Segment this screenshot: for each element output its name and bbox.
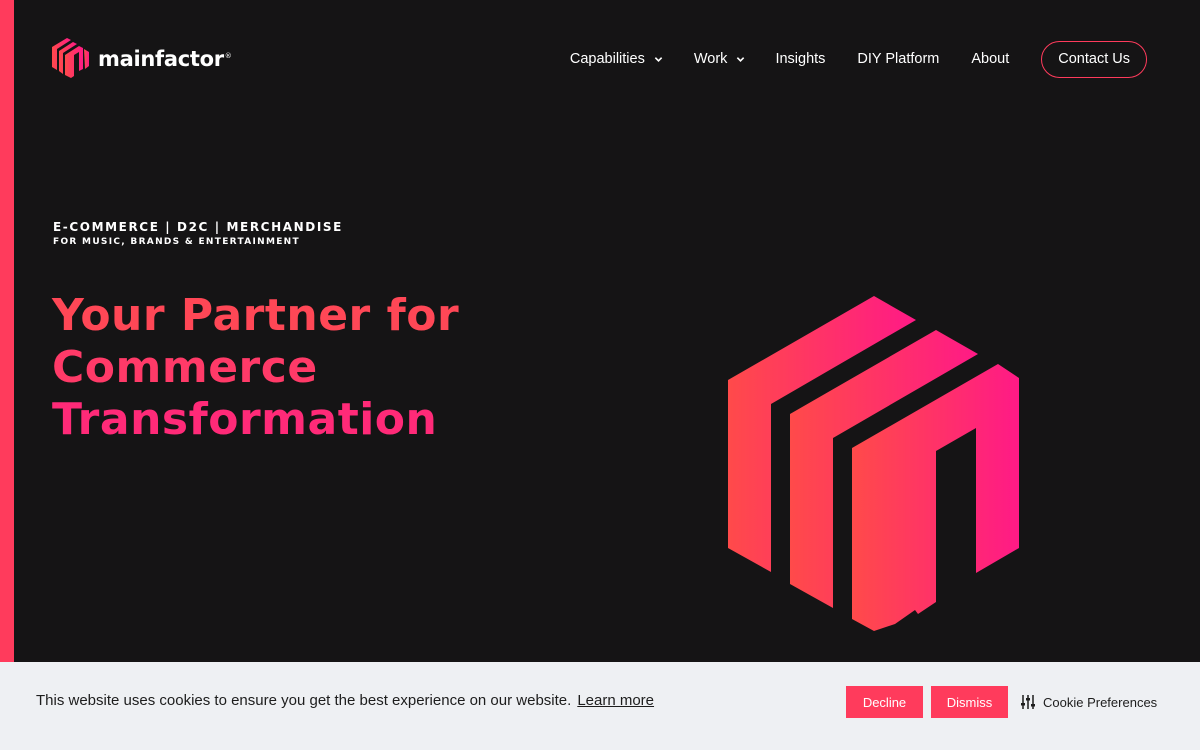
brand-name: mainfactor®: [98, 46, 232, 71]
hero-title-line-2: Commerce: [52, 342, 318, 393]
nav-item-insights[interactable]: Insights: [775, 51, 825, 67]
site-header: mainfactor® Capabilities Work Insights D…: [0, 0, 1200, 116]
chevron-down-icon: [737, 56, 745, 62]
nav-item-work[interactable]: Work: [694, 51, 746, 67]
nav-label: About: [971, 51, 1010, 67]
decline-button[interactable]: Decline: [846, 686, 923, 718]
hero-title-line-3: Transformation: [52, 394, 438, 445]
nav-item-diy-platform[interactable]: DIY Platform: [857, 51, 939, 67]
chevron-down-icon: [654, 56, 663, 62]
cookie-preferences-button[interactable]: Cookie Preferences: [1020, 694, 1157, 710]
eyebrow-sub: FOR MUSIC, BRANDS & ENTERTAINMENT: [53, 237, 300, 247]
hero-logo-graphic: [728, 296, 1019, 631]
cookie-message: This website uses cookies to ensure you …: [36, 692, 654, 709]
nav-item-about[interactable]: About: [971, 51, 1009, 67]
cookie-banner: This website uses cookies to ensure you …: [0, 662, 1200, 750]
hero-eyebrow: E-COMMERCE | D2C | MERCHANDISE FOR MUSIC…: [53, 220, 343, 247]
brand-logo[interactable]: mainfactor®: [52, 38, 232, 79]
nav-item-capabilities[interactable]: Capabilities: [570, 51, 663, 67]
cookie-text: This website uses cookies to ensure you …: [36, 692, 572, 709]
learn-more-link[interactable]: Learn more: [577, 692, 654, 709]
sliders-icon: [1021, 695, 1035, 709]
nav-label: Insights: [775, 51, 826, 67]
logo-mark-icon: [52, 38, 89, 78]
hero-title-line-1: Your Partner for: [52, 290, 460, 341]
dismiss-button[interactable]: Dismiss: [931, 686, 1008, 718]
nav-label: Capabilities: [569, 51, 645, 67]
nav-label: DIY Platform: [857, 51, 940, 67]
eyebrow-main: E-COMMERCE | D2C | MERCHANDISE: [53, 220, 343, 234]
contact-us-button[interactable]: Contact Us: [1041, 40, 1147, 78]
hero-title: Your Partner for Commerce Transformation: [52, 290, 459, 446]
main-nav: Capabilities Work Insights DIY Platform …: [570, 40, 1147, 78]
cookie-preferences-label: Cookie Preferences: [1043, 694, 1158, 710]
nav-label: Work: [693, 51, 728, 67]
